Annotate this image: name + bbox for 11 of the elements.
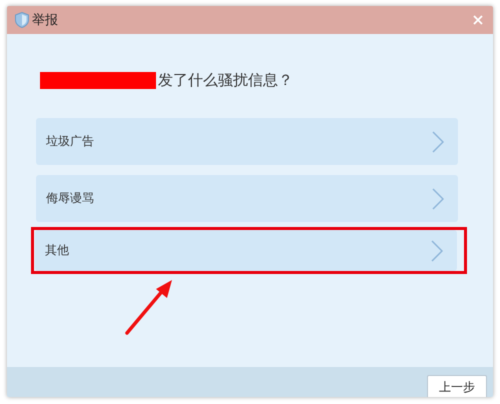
window-title: 举报 <box>32 12 58 29</box>
chevron-icon <box>432 130 444 152</box>
chevron-icon <box>431 240 443 262</box>
option-item[interactable]: 侮辱谩骂 <box>36 175 458 222</box>
shield-icon <box>15 12 29 28</box>
option-item[interactable]: 其他 <box>35 230 457 271</box>
close-button[interactable] <box>471 13 485 27</box>
question-text: 发了什么骚扰信息？ <box>158 70 293 90</box>
back-button[interactable]: 上一步 <box>427 375 487 397</box>
option-item[interactable]: 垃圾广告 <box>36 118 458 165</box>
chevron-icon <box>432 188 444 210</box>
